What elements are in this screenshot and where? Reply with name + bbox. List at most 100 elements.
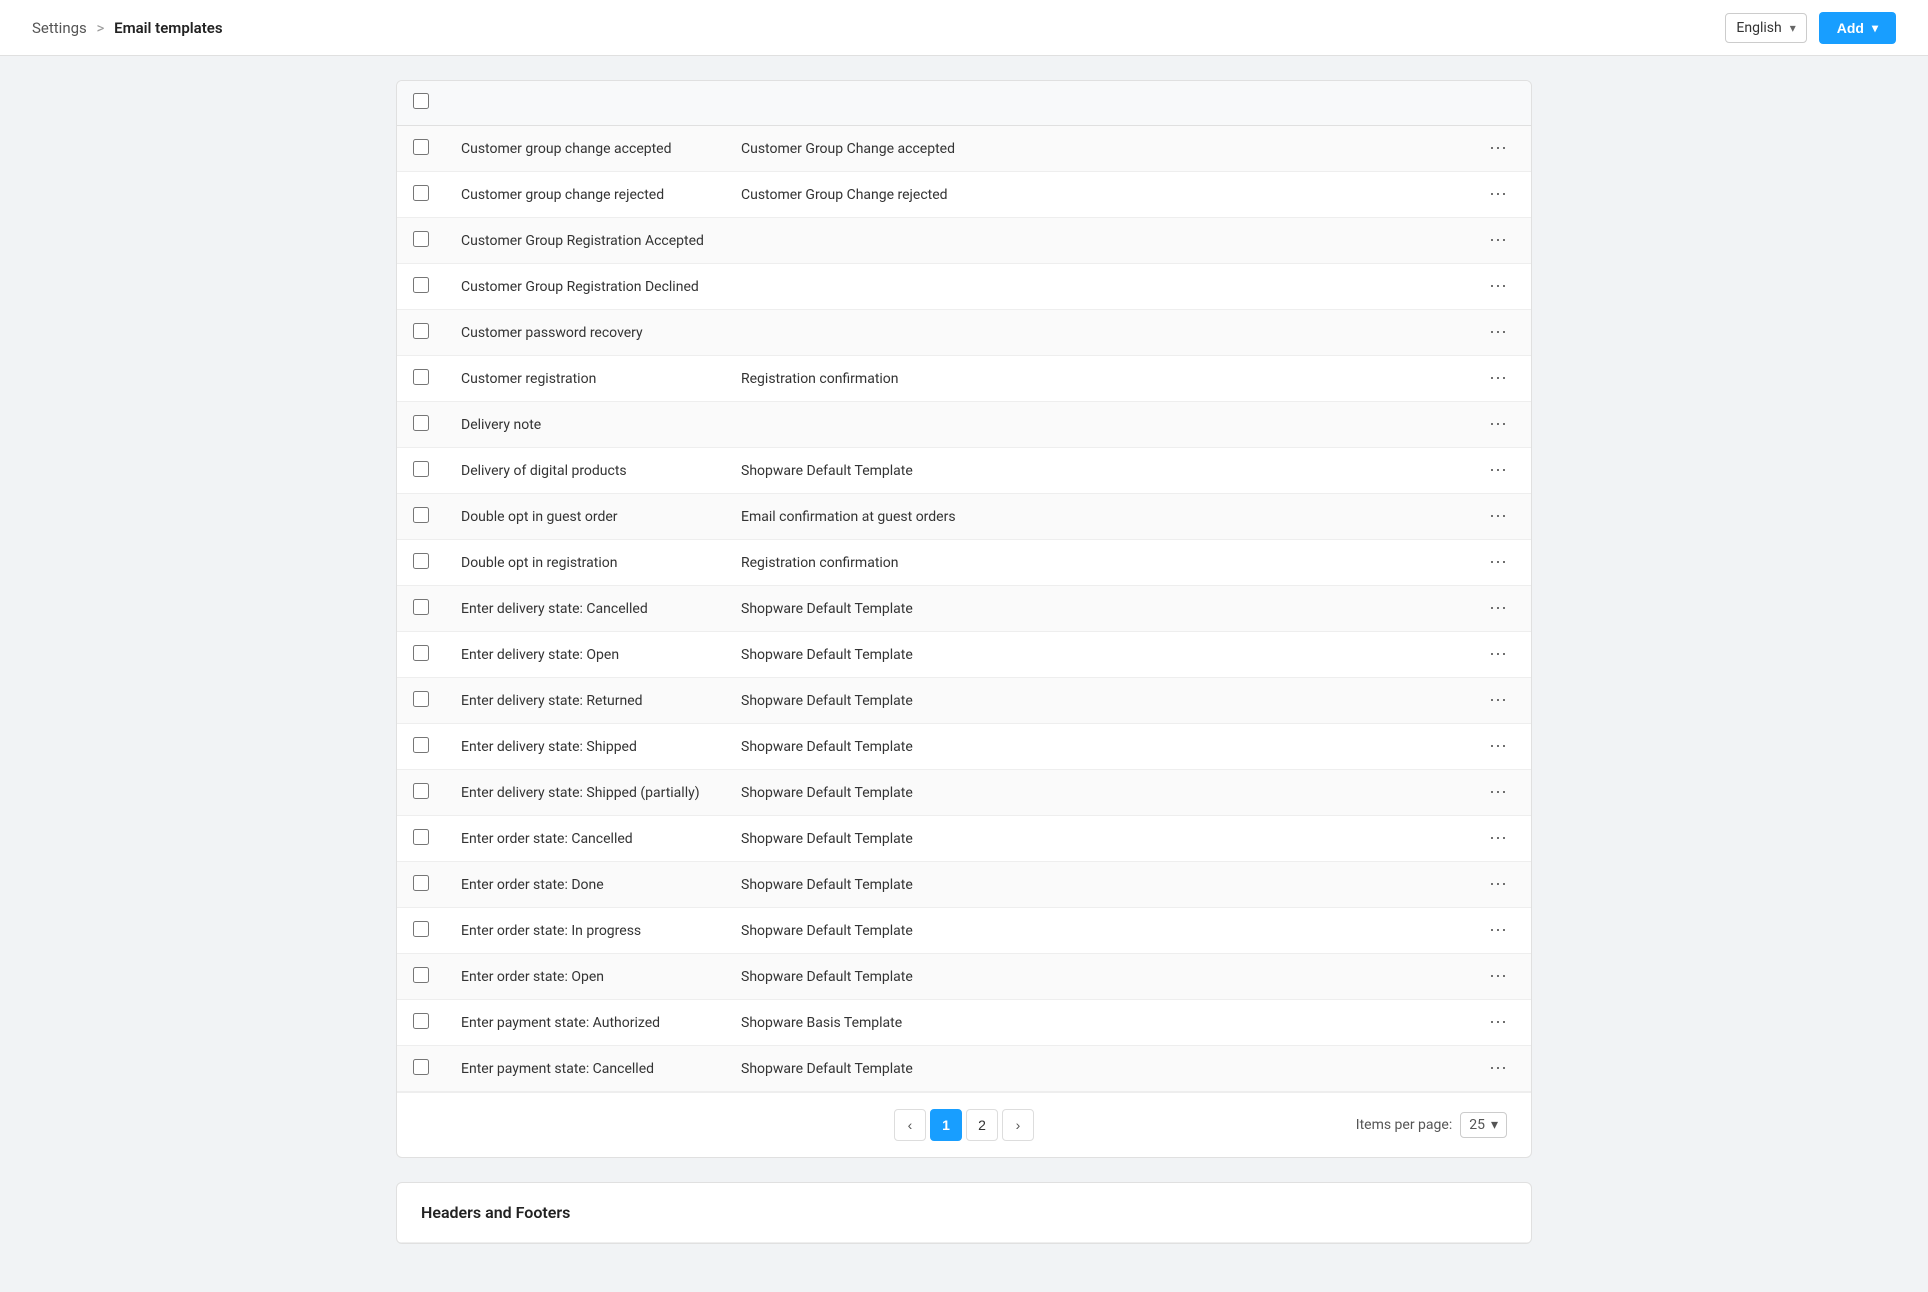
row-name: Delivery of digital products [445, 448, 725, 494]
row-name: Enter delivery state: Shipped [445, 724, 725, 770]
row-checkbox[interactable] [413, 231, 429, 247]
row-checkbox-cell [397, 540, 445, 586]
row-checkbox[interactable] [413, 507, 429, 523]
row-menu-button[interactable]: ⋯ [1481, 780, 1515, 805]
table-row: Enter order state: Cancelled Shopware De… [397, 816, 1531, 862]
row-checkbox[interactable] [413, 1013, 429, 1029]
top-bar: Settings > Email templates English ▾ Add… [0, 0, 1928, 56]
row-name: Customer registration [445, 356, 725, 402]
row-checkbox[interactable] [413, 967, 429, 983]
row-menu-button[interactable]: ⋯ [1481, 734, 1515, 759]
row-template: Shopware Default Template [725, 1046, 1385, 1092]
row-actions: ⋯ [1465, 954, 1531, 1000]
row-checkbox[interactable] [413, 185, 429, 201]
row-name: Delivery note [445, 402, 725, 448]
row-template: Shopware Default Template [725, 816, 1385, 862]
row-actions: ⋯ [1465, 402, 1531, 448]
row-extra [1385, 172, 1465, 218]
language-selector[interactable]: English ▾ [1725, 13, 1806, 43]
row-menu-button[interactable]: ⋯ [1481, 596, 1515, 621]
row-checkbox[interactable] [413, 783, 429, 799]
row-actions: ⋯ [1465, 310, 1531, 356]
prev-page-button[interactable]: ‹ [894, 1109, 926, 1141]
page-2-button[interactable]: 2 [966, 1109, 998, 1141]
page-1-button[interactable]: 1 [930, 1109, 962, 1141]
breadcrumb-current: Email templates [114, 19, 222, 37]
table-body: Customer group change accepted Customer … [397, 126, 1531, 1092]
row-template [725, 264, 1385, 310]
table-row: Double opt in guest order Email confirma… [397, 494, 1531, 540]
row-menu-button[interactable]: ⋯ [1481, 1056, 1515, 1081]
row-actions: ⋯ [1465, 908, 1531, 954]
row-menu-button[interactable]: ⋯ [1481, 550, 1515, 575]
row-extra [1385, 816, 1465, 862]
row-menu-button[interactable]: ⋯ [1481, 274, 1515, 299]
row-template: Shopware Default Template [725, 954, 1385, 1000]
row-checkbox[interactable] [413, 599, 429, 615]
row-checkbox[interactable] [413, 369, 429, 385]
row-template [725, 310, 1385, 356]
row-checkbox[interactable] [413, 323, 429, 339]
row-menu-button[interactable]: ⋯ [1481, 366, 1515, 391]
row-menu-button[interactable]: ⋯ [1481, 412, 1515, 437]
row-name: Enter delivery state: Open [445, 632, 725, 678]
row-menu-button[interactable]: ⋯ [1481, 1010, 1515, 1035]
row-menu-button[interactable]: ⋯ [1481, 642, 1515, 667]
table-row: Customer group change accepted Customer … [397, 126, 1531, 172]
table-row: Customer registration Registration confi… [397, 356, 1531, 402]
row-checkbox-cell [397, 264, 445, 310]
row-checkbox[interactable] [413, 829, 429, 845]
row-actions: ⋯ [1465, 1046, 1531, 1092]
row-checkbox[interactable] [413, 921, 429, 937]
row-name: Enter delivery state: Shipped (partially… [445, 770, 725, 816]
row-checkbox[interactable] [413, 553, 429, 569]
row-menu-button[interactable]: ⋯ [1481, 918, 1515, 943]
row-menu-button[interactable]: ⋯ [1481, 826, 1515, 851]
headers-footers-card: Headers and Footers [396, 1182, 1532, 1244]
row-menu-button[interactable]: ⋯ [1481, 182, 1515, 207]
row-name: Enter payment state: Authorized [445, 1000, 725, 1046]
breadcrumb-settings[interactable]: Settings [32, 19, 87, 37]
row-actions: ⋯ [1465, 1000, 1531, 1046]
row-extra [1385, 540, 1465, 586]
email-templates-table: Customer group change accepted Customer … [397, 81, 1531, 1092]
row-extra [1385, 954, 1465, 1000]
table-row: Enter order state: Done Shopware Default… [397, 862, 1531, 908]
row-checkbox[interactable] [413, 139, 429, 155]
row-menu-button[interactable]: ⋯ [1481, 320, 1515, 345]
row-menu-button[interactable]: ⋯ [1481, 458, 1515, 483]
row-actions: ⋯ [1465, 816, 1531, 862]
row-checkbox[interactable] [413, 645, 429, 661]
row-menu-button[interactable]: ⋯ [1481, 872, 1515, 897]
row-extra [1385, 1000, 1465, 1046]
table-row: Enter order state: In progress Shopware … [397, 908, 1531, 954]
row-menu-button[interactable]: ⋯ [1481, 504, 1515, 529]
row-menu-button[interactable]: ⋯ [1481, 964, 1515, 989]
row-checkbox[interactable] [413, 415, 429, 431]
row-menu-button[interactable]: ⋯ [1481, 136, 1515, 161]
row-checkbox[interactable] [413, 691, 429, 707]
per-page-select[interactable]: 25 ▾ [1460, 1112, 1507, 1138]
language-chevron-icon: ▾ [1790, 21, 1796, 35]
row-actions: ⋯ [1465, 264, 1531, 310]
row-checkbox[interactable] [413, 737, 429, 753]
row-checkbox[interactable] [413, 1059, 429, 1075]
row-extra [1385, 586, 1465, 632]
select-all-checkbox[interactable] [413, 93, 429, 109]
top-actions: English ▾ Add ▾ [1725, 12, 1896, 44]
row-checkbox[interactable] [413, 461, 429, 477]
row-extra [1385, 310, 1465, 356]
extra-column-header [1385, 81, 1465, 126]
row-checkbox[interactable] [413, 277, 429, 293]
row-extra [1385, 218, 1465, 264]
row-template: Registration confirmation [725, 540, 1385, 586]
row-menu-button[interactable]: ⋯ [1481, 228, 1515, 253]
row-extra [1385, 724, 1465, 770]
pagination: ‹ 1 2 › Items per page: 25 ▾ [397, 1092, 1531, 1157]
add-button[interactable]: Add ▾ [1819, 12, 1896, 44]
next-page-button[interactable]: › [1002, 1109, 1034, 1141]
row-menu-button[interactable]: ⋯ [1481, 688, 1515, 713]
row-checkbox-cell [397, 816, 445, 862]
row-checkbox[interactable] [413, 875, 429, 891]
per-page-value: 25 [1469, 1117, 1485, 1133]
